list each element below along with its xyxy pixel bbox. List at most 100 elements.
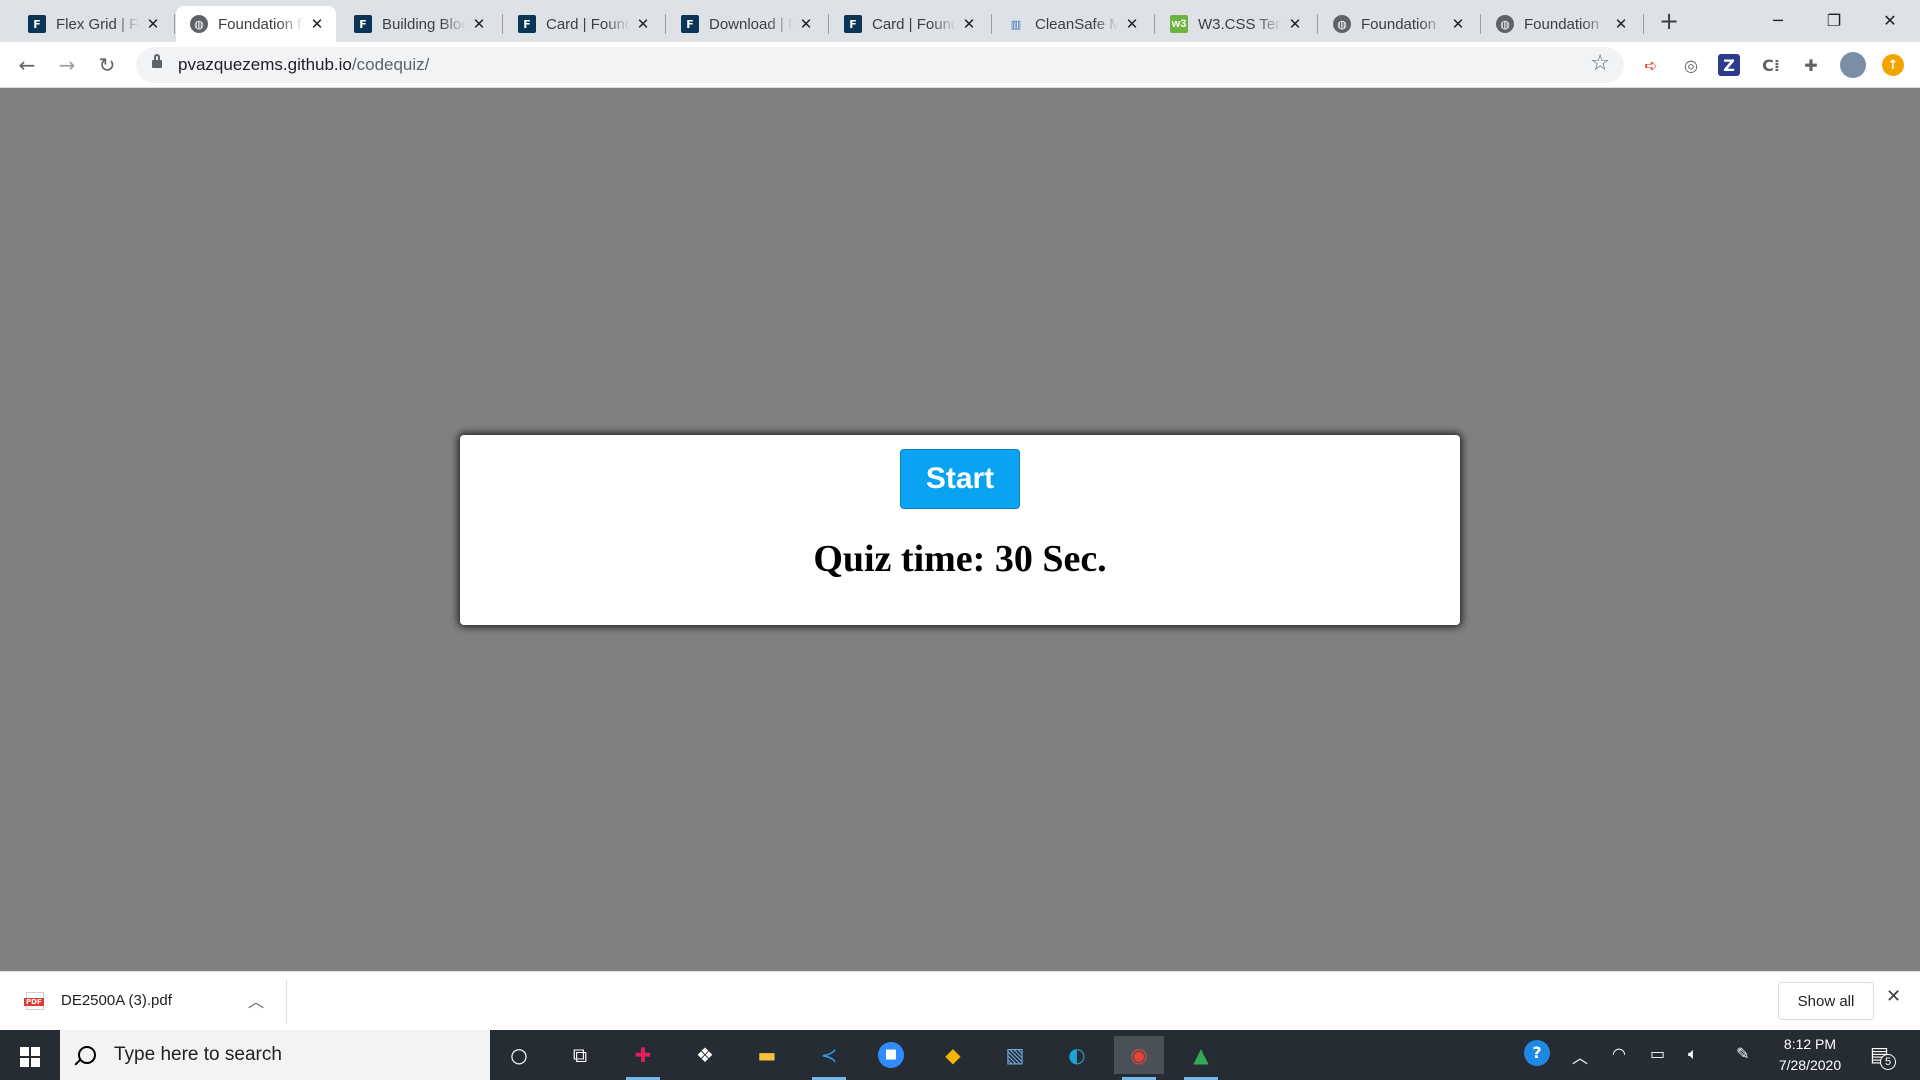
close-icon[interactable]: ✕ xyxy=(1886,986,1901,1007)
pen-icon[interactable]: ✎ xyxy=(1736,1044,1749,1063)
address-bar[interactable]: pvazquezems.github.io/codequiz/ ☆ xyxy=(136,47,1624,83)
update-arrow-icon[interactable]: ↑ xyxy=(1882,54,1904,76)
tab-separator xyxy=(1643,14,1644,34)
tray-chevron-up-icon[interactable]: ︿ xyxy=(1572,1044,1588,1068)
tab-title: Foundation xyxy=(1524,15,1600,33)
tab-foundation-2[interactable]: ◍ Foundation ✕ xyxy=(1319,6,1477,42)
search-icon xyxy=(78,1046,96,1064)
wifi-icon[interactable]: ◠ xyxy=(1612,1044,1626,1063)
rocket-icon[interactable]: ▲ xyxy=(1176,1036,1226,1080)
foundation-f-icon: F xyxy=(518,15,536,33)
profile-avatar[interactable] xyxy=(1840,52,1866,78)
taskbar-search-box[interactable]: Type here to search xyxy=(60,1030,490,1080)
cleansafe-icon: ▥ xyxy=(1010,18,1022,31)
globe-icon: ◍ xyxy=(190,15,208,33)
pdf-badge: PDF xyxy=(24,998,44,1006)
back-button[interactable]: ← xyxy=(12,50,42,80)
edge-icon[interactable]: ◐ xyxy=(1052,1036,1102,1074)
cortana-icon[interactable]: ○ xyxy=(494,1036,544,1074)
close-icon[interactable]: ✕ xyxy=(797,15,815,33)
tab-title: W3.CSS Templates xyxy=(1198,15,1282,33)
foundation-f-icon: F xyxy=(844,15,862,33)
close-icon[interactable]: ✕ xyxy=(1449,15,1467,33)
globe-icon: ◍ xyxy=(1496,15,1514,33)
download-file-name[interactable]: DE2500A (3).pdf xyxy=(61,992,172,1009)
close-icon[interactable]: ✕ xyxy=(470,15,488,33)
tab-strip: F Flex Grid | Foundation ✕ ◍ Foundation … xyxy=(0,0,1920,42)
extension-z-icon[interactable]: Z xyxy=(1718,54,1740,76)
zoom-icon[interactable]: ■ xyxy=(866,1036,916,1074)
tab-card-foundation-2[interactable]: F Card | Foundation ✕ xyxy=(830,6,988,42)
taskbar-clock[interactable]: 8:12 PM 7/28/2020 xyxy=(1760,1034,1860,1076)
extension-cast-icon[interactable]: ➪ xyxy=(1638,52,1664,78)
tab-card-foundation[interactable]: F Card | Foundation ✕ xyxy=(504,6,662,42)
url-path: /codequiz/ xyxy=(351,55,430,74)
window-close-button[interactable]: ✕ xyxy=(1862,0,1918,40)
tab-foundation-3[interactable]: ◍ Foundation ✕ xyxy=(1482,6,1640,42)
file-explorer-icon[interactable]: ▬ xyxy=(742,1036,792,1074)
browser-toolbar: ← → ↻ pvazquezems.github.io/codequiz/ ☆ … xyxy=(0,42,1920,88)
foundation-f-icon: F xyxy=(681,15,699,33)
tab-separator xyxy=(1480,14,1481,34)
mysql-workbench-icon[interactable]: ▧ xyxy=(990,1036,1040,1074)
clock-date: 7/28/2020 xyxy=(1778,1057,1842,1073)
tab-separator xyxy=(991,14,992,34)
tab-separator xyxy=(502,14,503,34)
tab-building-blocks[interactable]: F Building Blocks ✕ xyxy=(340,6,498,42)
windows-taskbar: Type here to search ○ ⧉ ✚ ❖ ▬ ≺ ■ ◆ ▧ ◐ … xyxy=(0,1030,1920,1080)
show-all-button[interactable]: Show all xyxy=(1778,982,1874,1020)
dropbox-icon[interactable]: ❖ xyxy=(680,1036,730,1074)
tab-title: Foundation xyxy=(1361,15,1437,33)
extension-c-icon[interactable]: C⁞ xyxy=(1758,52,1784,78)
close-icon[interactable]: ✕ xyxy=(634,15,652,33)
new-tab-button[interactable]: + xyxy=(1654,6,1684,36)
volume-icon[interactable]: 🔈︎ xyxy=(1688,1044,1698,1064)
help-icon[interactable]: ? xyxy=(1524,1040,1550,1066)
divider xyxy=(286,980,287,1024)
task-view-icon[interactable]: ⧉ xyxy=(555,1036,605,1074)
clock-time: 8:12 PM xyxy=(1783,1036,1837,1052)
restore-button[interactable]: ❐ xyxy=(1806,0,1862,40)
globe-icon: ◍ xyxy=(1333,15,1351,33)
download-shelf: PDF DE2500A (3).pdf ︿ Show all ✕ xyxy=(0,971,1920,1030)
slack-icon[interactable]: ✚ xyxy=(618,1036,668,1080)
chevron-up-icon[interactable]: ︿ xyxy=(248,988,264,1012)
close-icon[interactable]: ✕ xyxy=(308,15,326,33)
tab-cleansafe[interactable]: ▥ CleanSafe M ✕ xyxy=(993,6,1151,42)
git-kraken-icon[interactable]: ◆ xyxy=(928,1036,978,1074)
w3css-icon: w3 xyxy=(1170,15,1188,33)
tab-separator xyxy=(1154,14,1155,34)
tab-foundation-active[interactable]: ◍ Foundation for Sites ✕ xyxy=(176,6,336,42)
tab-w3css[interactable]: w3 W3.CSS Templates ✕ xyxy=(1156,6,1314,42)
forward-button[interactable]: → xyxy=(52,50,82,80)
reload-button[interactable]: ↻ xyxy=(92,50,122,80)
close-icon[interactable]: ✕ xyxy=(1123,15,1141,33)
windows-start-icon[interactable] xyxy=(20,1047,40,1067)
tab-download-foundation[interactable]: F Download | Foundation ✕ xyxy=(667,6,825,42)
tab-flex-grid[interactable]: F Flex Grid | Foundation ✕ xyxy=(14,6,172,42)
battery-icon[interactable]: ▭ xyxy=(1650,1044,1665,1063)
quiz-card: Start Quiz time: 30 Sec. xyxy=(460,435,1460,625)
tab-title: Building Blocks xyxy=(382,15,466,33)
quiz-time-heading: Quiz time: 30 Sec. xyxy=(813,538,1107,580)
foundation-f-icon: F xyxy=(354,15,372,33)
close-icon[interactable]: ✕ xyxy=(960,15,978,33)
start-button[interactable]: Start xyxy=(900,449,1020,509)
url-text: pvazquezems.github.io/codequiz/ xyxy=(178,55,429,75)
tab-title: Foundation for Sites xyxy=(218,15,304,33)
notification-count-badge: 5 xyxy=(1880,1054,1896,1070)
vscode-icon[interactable]: ≺ xyxy=(804,1036,854,1080)
tab-title: Download | Foundation xyxy=(709,15,793,33)
bookmark-star-icon[interactable]: ☆ xyxy=(1590,51,1610,76)
extensions-puzzle-icon[interactable]: ✚ xyxy=(1798,52,1824,78)
pdf-file-icon: PDF xyxy=(24,992,44,1010)
close-icon[interactable]: ✕ xyxy=(1612,15,1630,33)
minimize-button[interactable]: ─ xyxy=(1750,0,1806,40)
tab-separator xyxy=(665,14,666,34)
lock-icon xyxy=(152,54,162,71)
close-icon[interactable]: ✕ xyxy=(144,15,162,33)
chrome-icon[interactable]: ◉ xyxy=(1114,1036,1164,1080)
close-icon[interactable]: ✕ xyxy=(1286,15,1304,33)
tab-separator xyxy=(174,14,175,34)
extension-circle-icon[interactable]: ◎ xyxy=(1678,52,1704,78)
